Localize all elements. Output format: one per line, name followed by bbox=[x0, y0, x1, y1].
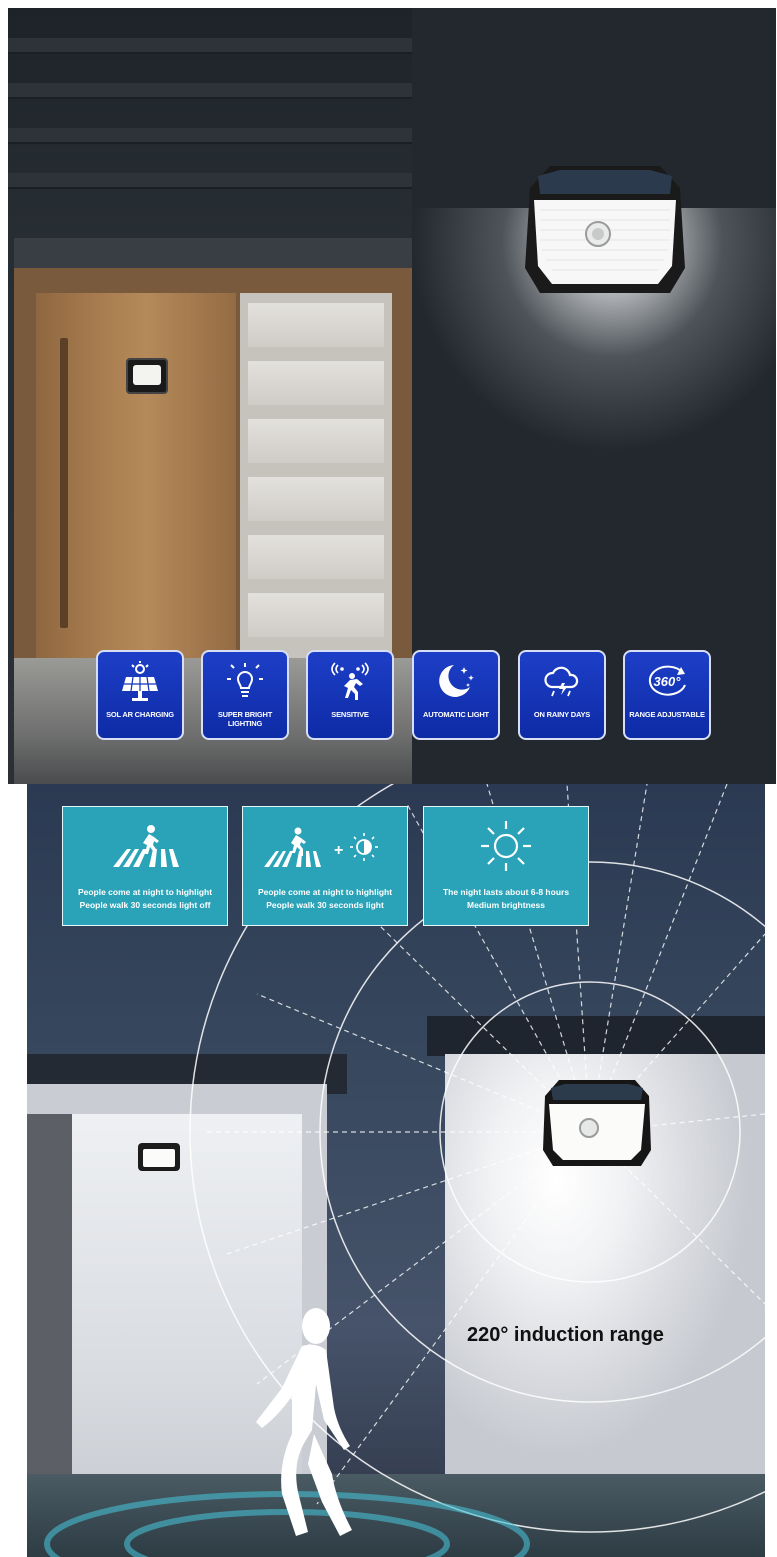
svg-text:+: + bbox=[334, 842, 343, 859]
mode-line-1: The night lasts about 6-8 hours bbox=[442, 887, 570, 897]
motion-sensor-icon bbox=[308, 658, 392, 704]
sun-icon bbox=[424, 821, 588, 871]
mode-line-2: Medium brightness bbox=[467, 900, 545, 910]
frosted-glass-door bbox=[240, 293, 392, 663]
bulb-icon bbox=[203, 658, 287, 704]
door-handle bbox=[60, 338, 68, 628]
feature-label: AUTOMATIC LIGHT bbox=[423, 710, 489, 719]
wall-lamp-left bbox=[138, 1143, 180, 1171]
walking-person-silhouette bbox=[256, 1308, 352, 1536]
feature-label: SOL AR CHARGING bbox=[106, 710, 174, 719]
solar-lamp-product bbox=[525, 166, 685, 293]
feature-rainy-days: ON RAINY DAYS bbox=[518, 650, 606, 740]
feature-label: SENSITIVE bbox=[331, 710, 369, 719]
moon-stars-icon bbox=[414, 658, 498, 704]
mode-line-2: People walk 30 seconds light off bbox=[79, 900, 211, 910]
pedestrian-crossing-icon bbox=[63, 821, 227, 871]
mode-card-3: The night lasts about 6-8 hours Medium b… bbox=[423, 806, 589, 926]
mode-line-1: People come at night to highlight bbox=[257, 887, 393, 897]
mode-card-1: People come at night to highlight People… bbox=[62, 806, 228, 926]
feature-sensitive: SENSITIVE bbox=[306, 650, 394, 740]
feature-range-adjustable: 360° RANGE ADJUSTABLE bbox=[623, 650, 711, 740]
rotate-360-icon: 360° bbox=[625, 658, 709, 704]
top-product-scene: SOL AR CHARGING SUPER BRIGHT LIGHTING SE… bbox=[8, 8, 776, 784]
feature-solar-charging: SOL AR CHARGING bbox=[96, 650, 184, 740]
icon-360-text: 360° bbox=[654, 674, 682, 689]
mode-card-2: + People come at night to highlight Peop… bbox=[242, 806, 408, 926]
wall-lamp-small bbox=[126, 358, 168, 394]
feature-label: ON RAINY DAYS bbox=[533, 710, 591, 719]
feature-super-bright: SUPER BRIGHT LIGHTING bbox=[201, 650, 289, 740]
induction-range-label: 220° induction range bbox=[467, 1324, 664, 1346]
bottom-night-scene: People come at night to highlight People… bbox=[27, 784, 765, 1557]
feature-label: RANGE ADJUSTABLE bbox=[629, 710, 705, 719]
mode-line-2: People walk 30 seconds light bbox=[266, 900, 384, 910]
feature-automatic-light: AUTOMATIC LIGHT bbox=[412, 650, 500, 740]
pedestrian-plus-dim-icon: + bbox=[243, 821, 407, 871]
wall-lamp-right bbox=[543, 1080, 651, 1166]
mode-line-1: People come at night to highlight bbox=[77, 887, 213, 897]
rain-cloud-icon bbox=[520, 658, 604, 704]
feature-label: SUPER BRIGHT LIGHTING bbox=[217, 710, 273, 728]
solar-panel-icon bbox=[98, 658, 182, 704]
